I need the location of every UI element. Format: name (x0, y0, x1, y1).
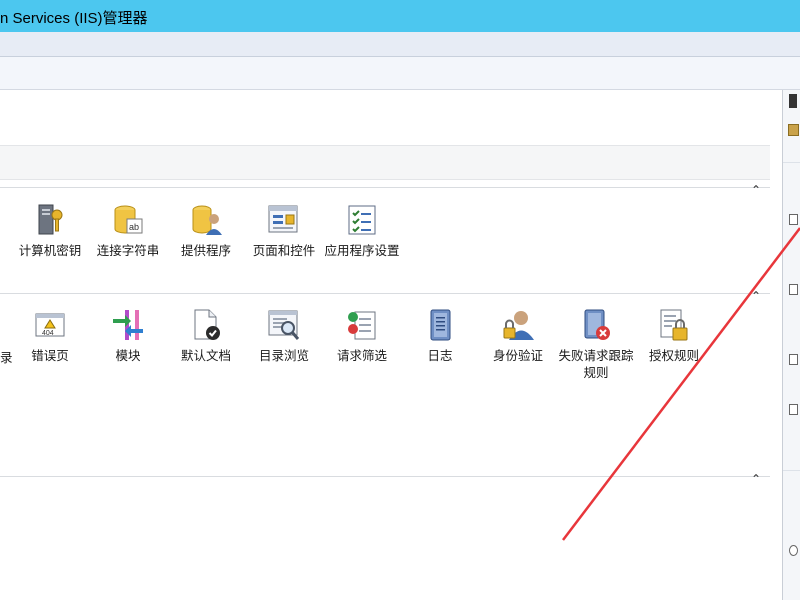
feature-label: 错误页 (31, 349, 69, 363)
actions-separator (783, 470, 800, 471)
computer-key-icon (33, 203, 67, 237)
feature-directory-browsing[interactable]: 目录浏览 (246, 308, 322, 365)
feature-logging[interactable]: 日志 (402, 308, 478, 365)
actions-pane (783, 90, 800, 600)
feature-app-settings[interactable]: 应用程序设置 (324, 203, 400, 260)
collapse-group-icon[interactable]: ⌃ (749, 184, 763, 196)
title-bar: n Services (IIS)管理器 (0, 0, 800, 32)
menu-bar (0, 57, 800, 90)
svg-text:ab: ab (129, 222, 139, 232)
feature-providers[interactable]: 提供程序 (168, 203, 244, 260)
collapse-group-icon[interactable]: ⌃ (749, 473, 763, 485)
pages-controls-icon (267, 203, 301, 237)
directory-browsing-icon (267, 308, 301, 342)
svg-text:404: 404 (42, 330, 54, 337)
error-page-icon: 404 (33, 308, 67, 342)
feature-label: 日志 (427, 349, 453, 363)
feature-computer-key[interactable]: 计算机密钥 (12, 203, 88, 260)
action-icon[interactable] (789, 354, 798, 365)
window-title: n Services (IIS)管理器 (0, 10, 148, 27)
collapse-group-icon[interactable]: ⌃ (749, 290, 763, 302)
actions-header-icon (789, 94, 797, 108)
group-separator (0, 293, 770, 294)
default-document-icon (189, 308, 223, 342)
actions-separator (783, 162, 800, 163)
feature-label: 应用程序设置 (324, 244, 400, 258)
feature-label: 目录浏览 (258, 349, 309, 363)
authentication-icon (501, 308, 535, 342)
feature-label: 身份验证 (492, 349, 543, 363)
feature-label: 请求筛选 (336, 349, 387, 363)
filter-toolbar (0, 145, 770, 180)
feature-error-pages[interactable]: 404 错误页 (12, 308, 88, 365)
feature-authentication[interactable]: 身份验证 (480, 308, 556, 365)
address-bar (0, 32, 800, 57)
feature-label: 连接字符串 (96, 244, 160, 258)
feature-label: 计算机密钥 (18, 244, 82, 258)
action-icon[interactable] (789, 404, 798, 415)
feature-request-filtering[interactable]: 请求筛选 (324, 308, 400, 365)
feature-authorization-rules[interactable]: 授权规则 (636, 308, 712, 365)
feature-label: 页面和控件 (252, 244, 316, 258)
help-icon[interactable] (789, 545, 798, 556)
feature-connection-string[interactable]: ab 连接字符串 (90, 203, 166, 260)
feature-modules[interactable]: 模块 (90, 308, 166, 365)
feature-label: 授权规则 (648, 349, 699, 363)
action-icon[interactable] (789, 284, 798, 295)
folder-icon[interactable] (788, 124, 799, 136)
feature-failed-request-tracing[interactable]: 失败请求跟踪规则 (558, 308, 634, 382)
feature-label: 模块 (115, 349, 141, 363)
app-settings-icon (345, 203, 379, 237)
group-separator (0, 476, 770, 477)
feature-label: 失败请求跟踪规则 (558, 349, 634, 380)
action-icon[interactable] (789, 214, 798, 225)
connection-string-icon: ab (111, 203, 145, 237)
feature-label: 提供程序 (180, 244, 231, 258)
feature-pages-controls[interactable]: 页面和控件 (246, 203, 322, 260)
request-filtering-icon (345, 308, 379, 342)
group-separator (0, 187, 770, 188)
failed-request-tracing-icon (579, 308, 613, 342)
modules-icon (111, 308, 145, 342)
feature-label: 默认文档 (180, 349, 231, 363)
authorization-rules-icon (657, 308, 691, 342)
logging-icon (423, 308, 457, 342)
providers-icon (189, 203, 223, 237)
feature-default-document[interactable]: 默认文档 (168, 308, 244, 365)
feature-label-truncated[interactable]: 录 (0, 347, 13, 366)
